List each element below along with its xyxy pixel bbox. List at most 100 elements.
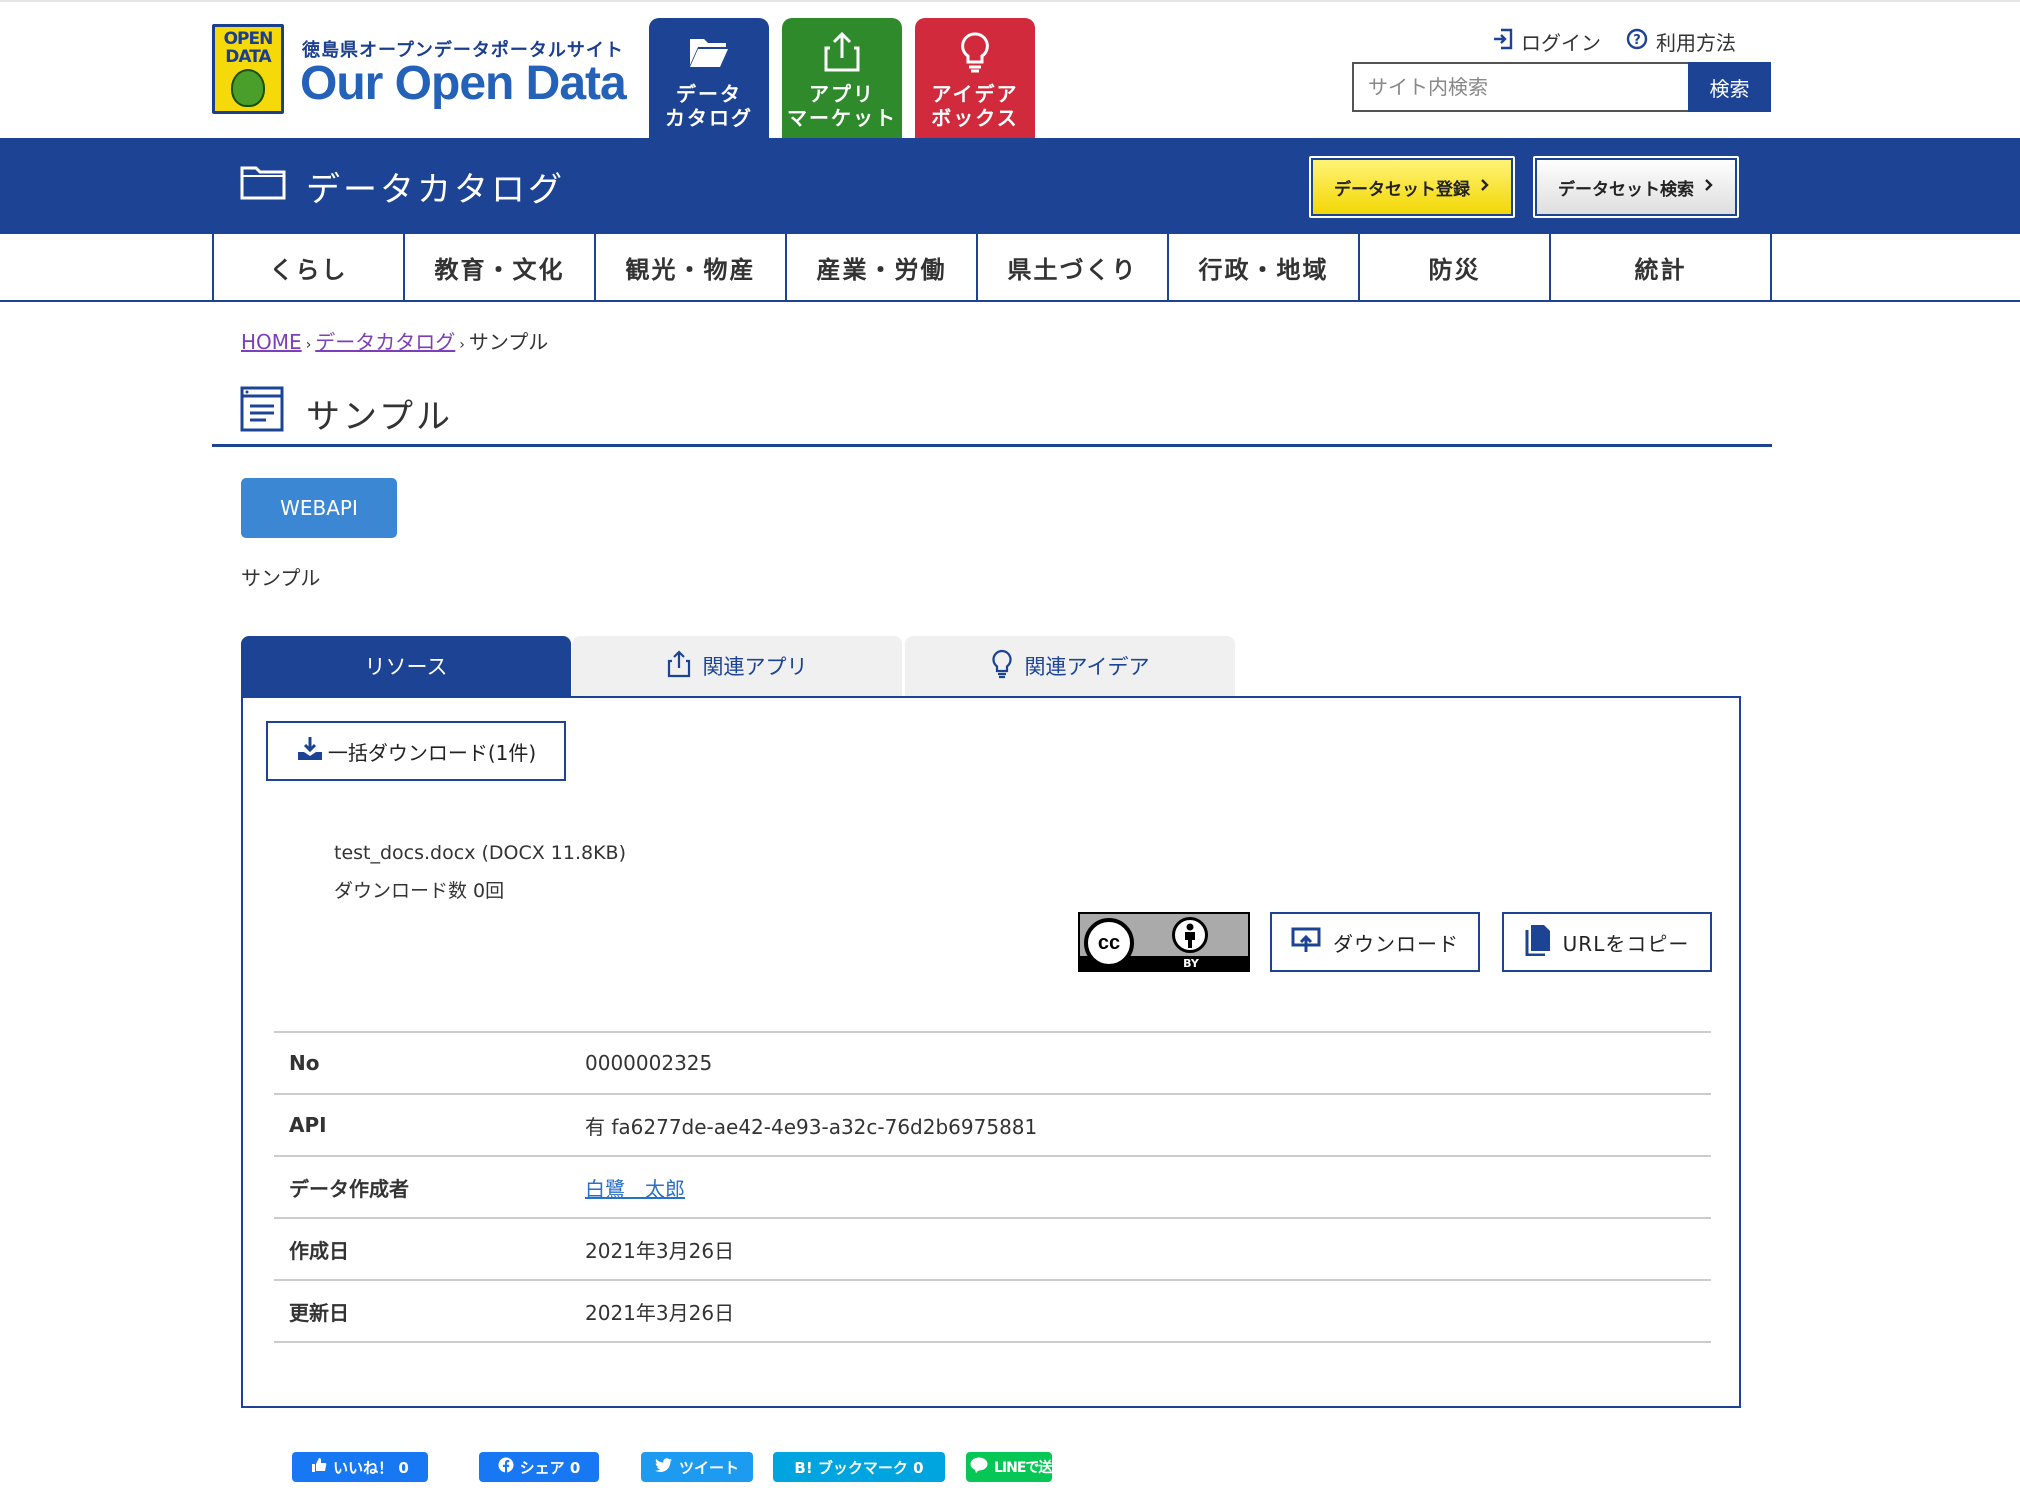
- table-row: No 0000002325: [274, 1033, 1711, 1095]
- creative-commons-icon: cc: [1084, 918, 1134, 968]
- copy-url-button[interactable]: URLをコピー: [1502, 912, 1712, 972]
- section-title: データカタログ: [240, 162, 565, 210]
- dataset-register-label: データセット登録: [1334, 179, 1470, 200]
- category-nav: くらし 教育・文化 観光・物産 産業・労働 県土づくり 行政・地域 防災 統計: [212, 234, 1772, 301]
- dataset-register-button[interactable]: データセット登録: [1309, 156, 1515, 218]
- page-title: サンプル: [240, 386, 453, 441]
- meta-key: 作成日: [289, 1238, 349, 1263]
- license-by-label: BY: [1183, 957, 1199, 970]
- download-button[interactable]: ダウンロード: [1270, 912, 1480, 972]
- meta-key: API: [289, 1113, 327, 1137]
- line-icon: [970, 1457, 988, 1477]
- table-row: データ作成者 白鷺 太郎: [274, 1157, 1711, 1219]
- badge-line1: OPEN: [223, 29, 274, 49]
- facebook-share-button[interactable]: シェア 0: [479, 1452, 599, 1482]
- meta-value: 有 fa6277de-ae42-4e93-a32c-76d2b6975881: [585, 1114, 1038, 1139]
- breadcrumb: HOME › データカタログ › サンプル: [241, 326, 548, 355]
- site-search-button[interactable]: 検索: [1688, 62, 1771, 112]
- category-statistics[interactable]: 統計: [1551, 234, 1772, 301]
- bulk-download-button[interactable]: 一括ダウンロード(1件): [266, 721, 566, 781]
- tab-resources[interactable]: リソース: [241, 636, 571, 696]
- top-border: [0, 0, 2020, 2]
- breadcrumb-catalog[interactable]: データカタログ: [315, 330, 455, 354]
- table-row: 更新日 2021年3月26日: [274, 1281, 1711, 1343]
- login-icon: [1493, 28, 1513, 55]
- nav-idea-line2: ボックス: [931, 106, 1019, 130]
- tab-related-apps[interactable]: 関連アプリ: [572, 636, 902, 696]
- mascot-icon: [231, 69, 265, 107]
- facebook-share-label: シェア 0: [519, 1458, 581, 1477]
- nav-idea-box[interactable]: アイデア ボックス: [915, 18, 1035, 139]
- site-logo[interactable]: OPEN DATA 徳島県オープンデータポータルサイト Our Open Dat…: [212, 24, 627, 124]
- lightbulb-icon: [991, 649, 1013, 684]
- line-share-label: LINEで送る: [994, 1460, 1052, 1476]
- dataset-search-button[interactable]: データセット検索: [1533, 156, 1739, 218]
- breadcrumb-separator: ›: [305, 337, 312, 353]
- document-icon: [240, 386, 284, 441]
- tab-related-ideas-label: 関連アイデア: [1024, 655, 1150, 679]
- facebook-icon: [498, 1457, 514, 1477]
- badge-line2: DATA: [225, 47, 271, 67]
- help-link[interactable]: ? 利用方法: [1626, 28, 1736, 55]
- tab-resources-label: リソース: [364, 655, 448, 679]
- nav-app-market[interactable]: アプリ マーケット: [782, 18, 902, 139]
- svg-text:?: ?: [1633, 33, 1641, 48]
- resource-download-count: ダウンロード数 0回: [334, 880, 505, 902]
- facebook-like-label: いいね！ 0: [333, 1458, 409, 1477]
- line-share-button[interactable]: LINEで送る: [966, 1452, 1052, 1482]
- category-land-development[interactable]: 県土づくり: [978, 234, 1169, 301]
- webapi-tag[interactable]: WEBAPI: [241, 478, 397, 538]
- resource-panel: 一括ダウンロード(1件) test_docs.docx (DOCX 11.8KB…: [241, 696, 1741, 1408]
- meta-key: 更新日: [289, 1300, 349, 1325]
- table-row: API 有 fa6277de-ae42-4e93-a32c-76d2b69758…: [274, 1095, 1711, 1157]
- dataset-search-label: データセット検索: [1558, 179, 1694, 200]
- category-tourism-products[interactable]: 観光・物産: [596, 234, 787, 301]
- dataset-description: サンプル: [241, 566, 321, 590]
- copy-file-icon: [1525, 924, 1551, 961]
- login-link[interactable]: ログイン: [1493, 28, 1601, 55]
- login-label: ログイン: [1521, 30, 1601, 55]
- data-creator-link[interactable]: 白鷺 太郎: [585, 1177, 685, 1201]
- cc-text: cc: [1097, 931, 1121, 954]
- category-disaster-prevention[interactable]: 防災: [1360, 234, 1551, 301]
- breadcrumb-current: サンプル: [468, 330, 549, 354]
- share-upload-icon: [667, 649, 691, 683]
- meta-value: 白鷺 太郎: [585, 1173, 685, 1202]
- tab-related-ideas[interactable]: 関連アイデア: [905, 636, 1235, 696]
- download-label: ダウンロード: [1333, 931, 1459, 956]
- share-upload-icon: [782, 30, 902, 74]
- cc-by-license-badge[interactable]: BY cc: [1078, 912, 1250, 972]
- category-education-culture[interactable]: 教育・文化: [405, 234, 596, 301]
- facebook-like-button[interactable]: いいね！ 0: [292, 1452, 428, 1482]
- hatena-bookmark-label: B! ブックマーク 0: [794, 1458, 924, 1477]
- open-data-badge: OPEN DATA: [212, 24, 284, 114]
- thumbs-up-icon: [311, 1457, 327, 1477]
- title-underline: [212, 444, 1772, 447]
- tab-related-apps-label: 関連アプリ: [702, 655, 808, 679]
- table-row: 作成日 2021年3月26日: [274, 1219, 1711, 1281]
- nav-data-catalog[interactable]: データ カタログ: [649, 18, 769, 139]
- category-kurashi[interactable]: くらし: [214, 234, 405, 301]
- site-title: Our Open Data: [300, 57, 627, 110]
- category-industry-labor[interactable]: 産業・労働: [787, 234, 978, 301]
- breadcrumb-home[interactable]: HOME: [241, 330, 302, 354]
- category-administration-region[interactable]: 行政・地域: [1169, 234, 1360, 301]
- twitter-bird-icon: [654, 1457, 673, 1477]
- meta-value: 0000002325: [585, 1051, 713, 1075]
- download-screen-icon: [1291, 927, 1321, 958]
- download-tray-icon: [296, 736, 324, 767]
- breadcrumb-separator: ›: [459, 337, 465, 353]
- hatena-bookmark-button[interactable]: B! ブックマーク 0: [773, 1452, 945, 1482]
- chevron-right-icon: [1480, 177, 1490, 197]
- site-search-input[interactable]: [1352, 62, 1688, 112]
- meta-value: 2021年3月26日: [585, 1238, 735, 1263]
- tweet-button[interactable]: ツイート: [641, 1452, 753, 1482]
- meta-value: 2021年3月26日: [585, 1300, 735, 1325]
- chevron-right-icon: [1704, 177, 1714, 197]
- folder-outline-icon: [240, 164, 286, 209]
- attribution-person-icon: [1172, 917, 1208, 953]
- bulk-download-label: 一括ダウンロード(1件): [327, 740, 537, 765]
- question-circle-icon: ?: [1626, 28, 1648, 55]
- nav-app-line2: マーケット: [787, 106, 897, 130]
- lightbulb-icon: [915, 30, 1035, 74]
